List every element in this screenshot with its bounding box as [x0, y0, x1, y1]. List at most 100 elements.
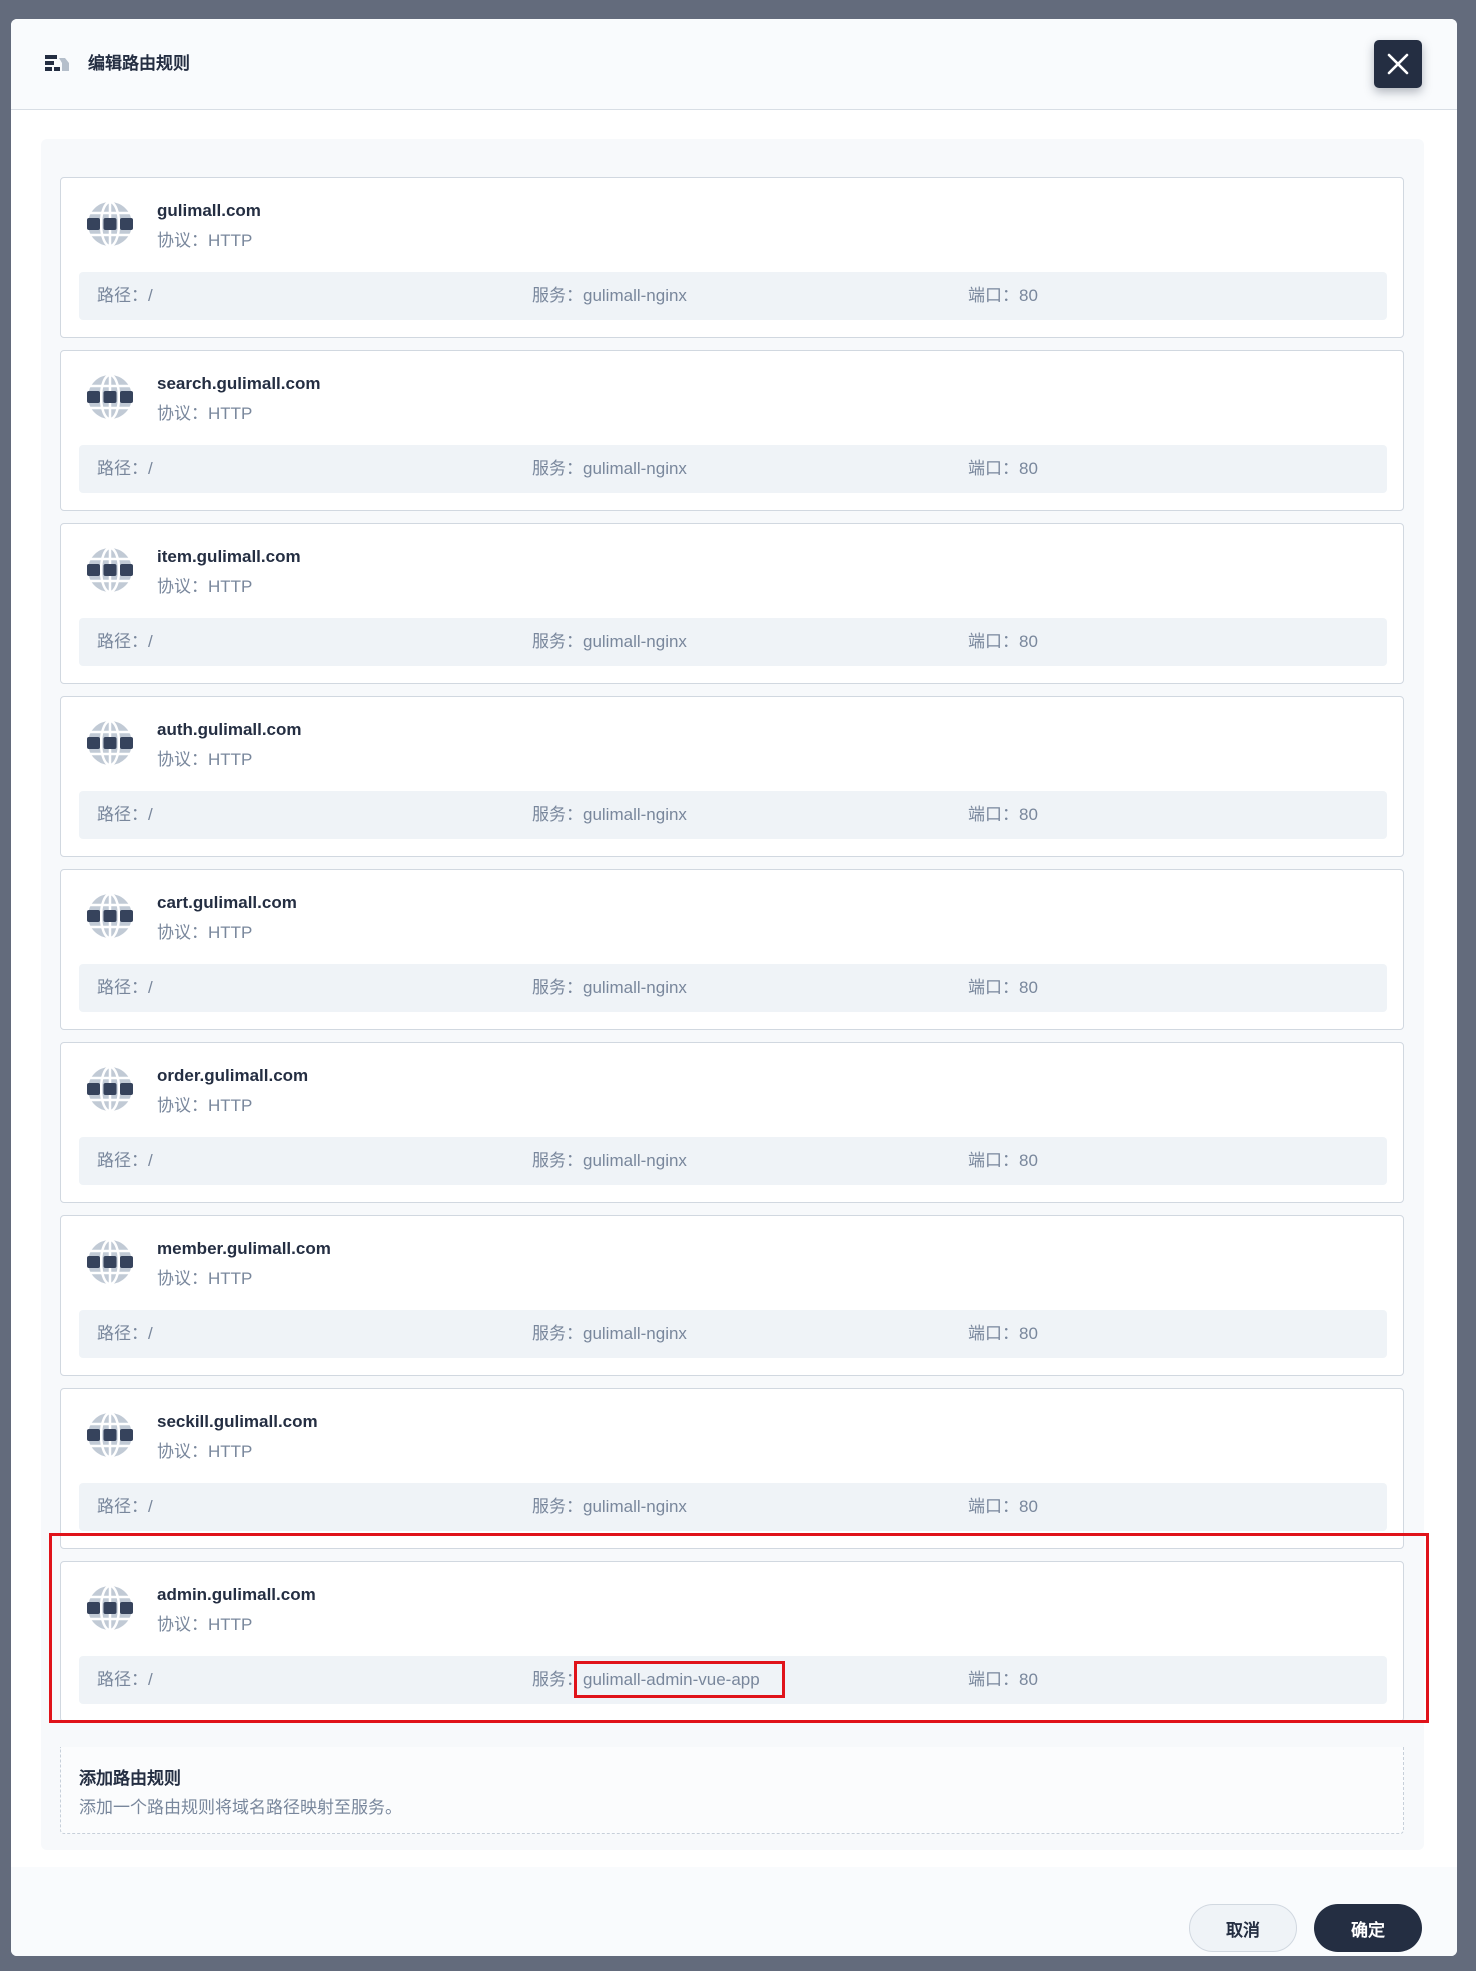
rule-service: 服务：gulimall-nginx — [532, 1149, 687, 1173]
modal-title: 编辑路由规则 — [88, 54, 190, 73]
globe-icon — [87, 1584, 133, 1632]
route-rule-card-5[interactable]: order.gulimall.com 协议：HTTP 路径：/ 服务：gulim… — [60, 1042, 1404, 1203]
rule-service: 服务：gulimall-nginx — [532, 803, 687, 827]
rule-path-row: 路径：/ 服务：gulimall-nginx 端口：80 — [79, 791, 1387, 839]
rule-path: 路径：/ — [97, 1497, 153, 1516]
rule-protocol: 协议：HTTP — [157, 231, 253, 250]
rule-host: member.gulimall.com — [157, 1239, 331, 1258]
rule-path-row: 路径：/ 服务：gulimall-nginx 端口：80 — [79, 272, 1387, 320]
rule-port: 端口：80 — [968, 1497, 1038, 1516]
rule-port: 端口：80 — [968, 1324, 1038, 1343]
route-rule-card-4[interactable]: cart.gulimall.com 协议：HTTP 路径：/ 服务：gulima… — [60, 869, 1404, 1030]
rule-service-name: gulimall-nginx — [583, 978, 687, 997]
globe-icon — [87, 892, 133, 940]
rule-path-row: 路径：/ 服务：gulimall-nginx 端口：80 — [79, 964, 1387, 1012]
add-rule-title: 添加路由规则 — [79, 1769, 181, 1788]
rule-service-name: gulimall-nginx — [583, 632, 687, 651]
rule-path-row: 路径：/ 服务：gulimall-admin-vue-app 端口：80 — [79, 1656, 1387, 1704]
add-route-rule-card[interactable]: 添加路由规则 添加一个路由规则将域名路径映射至服务。 — [60, 1747, 1404, 1834]
rule-service-name: gulimall-nginx — [583, 459, 687, 478]
rule-path: 路径：/ — [97, 1324, 153, 1343]
rule-service: 服务：gulimall-nginx — [532, 1322, 687, 1346]
rule-path-row: 路径：/ 服务：gulimall-nginx 端口：80 — [79, 618, 1387, 666]
rule-service: 服务：gulimall-nginx — [532, 630, 687, 654]
rule-host: gulimall.com — [157, 201, 261, 220]
route-rule-card-8[interactable]: admin.gulimall.com 协议：HTTP 路径：/ 服务：gulim… — [60, 1561, 1404, 1722]
rule-path-row: 路径：/ 服务：gulimall-nginx 端口：80 — [79, 1137, 1387, 1185]
rule-service-name: gulimall-nginx — [583, 1497, 687, 1516]
globe-icon — [87, 200, 133, 248]
rule-protocol: 协议：HTTP — [157, 923, 253, 942]
rule-service: 服务：gulimall-nginx — [532, 976, 687, 1000]
rule-port: 端口：80 — [968, 805, 1038, 824]
confirm-button[interactable]: 确定 — [1314, 1904, 1422, 1952]
rule-service-label: 服务： — [532, 459, 583, 478]
rule-service: 服务：gulimall-nginx — [532, 284, 687, 308]
route-rule-card-3[interactable]: auth.gulimall.com 协议：HTTP 路径：/ 服务：gulima… — [60, 696, 1404, 857]
rule-host: admin.gulimall.com — [157, 1585, 316, 1604]
rule-port: 端口：80 — [968, 978, 1038, 997]
rule-host: item.gulimall.com — [157, 547, 301, 566]
rule-protocol: 协议：HTTP — [157, 1096, 253, 1115]
rule-service-name: gulimall-nginx — [583, 805, 687, 824]
rule-path: 路径：/ — [97, 632, 153, 651]
rule-service: 服务：gulimall-nginx — [532, 1495, 687, 1519]
rule-host: search.gulimall.com — [157, 374, 321, 393]
edit-route-rules-modal: 编辑路由规则 gulimall.com 协议：HTTP 路径：/ 服务：guli… — [11, 19, 1457, 1956]
rule-service-label: 服务： — [532, 1497, 583, 1516]
rule-service-label: 服务： — [532, 805, 583, 824]
rule-protocol: 协议：HTTP — [157, 750, 253, 769]
globe-icon — [87, 546, 133, 594]
rule-service-name: gulimall-admin-vue-app — [574, 1661, 785, 1698]
rule-host: cart.gulimall.com — [157, 893, 297, 912]
rule-port: 端口：80 — [968, 1670, 1038, 1689]
route-rule-card-6[interactable]: member.gulimall.com 协议：HTTP 路径：/ 服务：guli… — [60, 1215, 1404, 1376]
rule-path-row: 路径：/ 服务：gulimall-nginx 端口：80 — [79, 1483, 1387, 1531]
globe-icon — [87, 373, 133, 421]
rule-service-name: gulimall-nginx — [583, 286, 687, 305]
rule-service-label: 服务： — [532, 632, 583, 651]
rule-host: auth.gulimall.com — [157, 720, 302, 739]
rule-host: seckill.gulimall.com — [157, 1412, 318, 1431]
rule-service-name: gulimall-nginx — [583, 1151, 687, 1170]
rule-port: 端口：80 — [968, 286, 1038, 305]
rule-service-label: 服务： — [532, 978, 583, 997]
rule-path: 路径：/ — [97, 286, 153, 305]
rule-path-row: 路径：/ 服务：gulimall-nginx 端口：80 — [79, 445, 1387, 493]
rule-service: 服务：gulimall-nginx — [532, 457, 687, 481]
rule-port: 端口：80 — [968, 632, 1038, 651]
rule-protocol: 协议：HTTP — [157, 404, 253, 423]
rule-service-label: 服务： — [532, 286, 583, 305]
rule-path-row: 路径：/ 服务：gulimall-nginx 端口：80 — [79, 1310, 1387, 1358]
globe-icon — [87, 1065, 133, 1113]
rule-protocol: 协议：HTTP — [157, 1615, 253, 1634]
rule-path: 路径：/ — [97, 805, 153, 824]
cancel-button[interactable]: 取消 — [1189, 1904, 1297, 1952]
globe-icon — [87, 1411, 133, 1459]
rule-service: 服务：gulimall-admin-vue-app — [532, 1661, 785, 1698]
rule-path: 路径：/ — [97, 1670, 153, 1689]
route-rule-card-2[interactable]: item.gulimall.com 协议：HTTP 路径：/ 服务：gulima… — [60, 523, 1404, 684]
rule-port: 端口：80 — [968, 459, 1038, 478]
rule-path: 路径：/ — [97, 459, 153, 478]
route-rules-panel: gulimall.com 协议：HTTP 路径：/ 服务：gulimall-ng… — [41, 139, 1424, 1850]
rule-path: 路径：/ — [97, 978, 153, 997]
rule-protocol: 协议：HTTP — [157, 577, 253, 596]
modal-footer: 取消 确定 — [11, 1867, 1457, 1956]
rule-service-label: 服务： — [532, 1670, 583, 1689]
rule-protocol: 协议：HTTP — [157, 1442, 253, 1461]
route-rule-card-1[interactable]: search.gulimall.com 协议：HTTP 路径：/ 服务：guli… — [60, 350, 1404, 511]
add-rule-description: 添加一个路由规则将域名路径映射至服务。 — [79, 1798, 402, 1817]
modal-header: 编辑路由规则 — [11, 19, 1457, 110]
rule-service-label: 服务： — [532, 1324, 583, 1343]
rule-service-label: 服务： — [532, 1151, 583, 1170]
rule-port: 端口：80 — [968, 1151, 1038, 1170]
rule-protocol: 协议：HTTP — [157, 1269, 253, 1288]
rule-host: order.gulimall.com — [157, 1066, 309, 1085]
rule-service-name: gulimall-nginx — [583, 1324, 687, 1343]
rule-path: 路径：/ — [97, 1151, 153, 1170]
close-button[interactable] — [1374, 40, 1422, 88]
route-rule-card-0[interactable]: gulimall.com 协议：HTTP 路径：/ 服务：gulimall-ng… — [60, 177, 1404, 338]
route-rule-card-7[interactable]: seckill.gulimall.com 协议：HTTP 路径：/ 服务：gul… — [60, 1388, 1404, 1549]
close-icon — [1387, 53, 1409, 75]
